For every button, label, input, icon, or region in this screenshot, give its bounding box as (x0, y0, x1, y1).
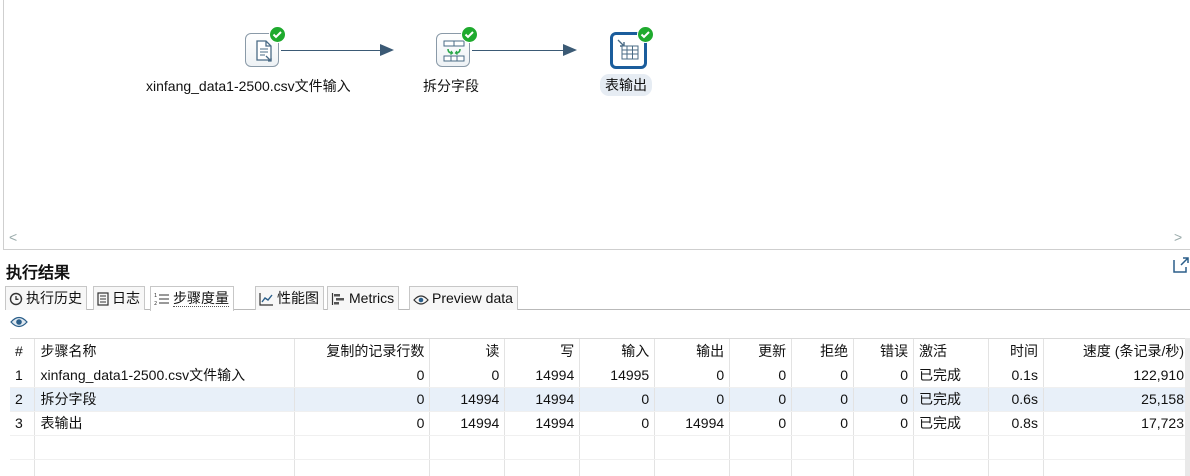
copies-cell: 0 (294, 363, 431, 388)
hop-arrow-icon (380, 44, 394, 56)
written-cell: 14994 (504, 363, 581, 388)
table-row[interactable]: 1 xinfang_data1-2500.csv文件输入 0 0 14994 1… (10, 363, 1190, 388)
rejected-cell: 0 (791, 411, 855, 436)
tab-execution-history[interactable]: 执行历史 (5, 286, 87, 310)
column-header[interactable]: 输出 (654, 339, 731, 363)
column-header[interactable]: 步骤名称 (34, 339, 296, 363)
output-cell: 0 (654, 363, 731, 388)
updated-cell: 0 (729, 363, 793, 388)
copies-cell: 0 (294, 387, 431, 412)
transformation-canvas[interactable]: xinfang_data1-2500.csv文件输入 拆分字段 表输出 < > (3, 0, 1190, 250)
row-number: 2 (10, 387, 36, 412)
column-header[interactable]: 写 (504, 339, 581, 363)
speed-cell: 122,910 (1043, 363, 1190, 388)
svg-text:2: 2 (154, 301, 157, 306)
updated-cell: 0 (729, 387, 793, 412)
empty-row (10, 459, 1190, 476)
status-cell: 已完成 (913, 411, 989, 436)
errors-cell: 0 (853, 363, 915, 388)
status-cell: 已完成 (913, 363, 989, 388)
results-panel-title: 执行结果 (6, 265, 71, 282)
step-metrics-table: # 步骤名称 复制的记录行数 读 写 输入 输出 更新 拒绝 错误 激活 时间 … (10, 338, 1190, 476)
time-cell: 0.1s (988, 363, 1044, 388)
tab-preview-data[interactable]: Preview data (409, 286, 518, 310)
hop-arrow-icon (563, 44, 577, 56)
results-tabs: 执行历史 日志 1 2 步骤度量 性能图 Metrics Preview dat… (5, 286, 1190, 311)
step-name-cell: 表输出 (34, 411, 296, 436)
read-cell: 14994 (429, 387, 506, 412)
maximize-icon[interactable] (1172, 256, 1190, 277)
output-cell: 14994 (654, 411, 731, 436)
input-cell: 14995 (579, 363, 656, 388)
eye-icon (413, 295, 429, 305)
column-header[interactable]: 错误 (853, 339, 915, 363)
tab-label: Preview data (432, 290, 513, 306)
metrics-icon (331, 293, 344, 305)
check-icon (461, 26, 478, 43)
tab-metrics[interactable]: Metrics (327, 286, 400, 310)
scroll-left-icon[interactable]: < (9, 229, 17, 245)
input-cell: 0 (579, 411, 656, 436)
step-label: xinfang_data1-2500.csv文件输入 (146, 78, 351, 94)
tab-performance-graph[interactable]: 性能图 (255, 286, 324, 310)
empty-row (10, 435, 1190, 460)
tab-label: 步骤度量 (173, 290, 229, 307)
tab-label: 日志 (112, 290, 140, 306)
speed-cell: 17,723 (1043, 411, 1190, 436)
table-row[interactable]: 3 表输出 0 14994 14994 0 14994 0 0 0 已完成 0.… (10, 411, 1190, 436)
copies-cell: 0 (294, 411, 431, 436)
step-name-cell: xinfang_data1-2500.csv文件输入 (34, 363, 296, 388)
tab-step-metrics[interactable]: 1 2 步骤度量 (150, 286, 234, 311)
table-header-row: # 步骤名称 复制的记录行数 读 写 输入 输出 更新 拒绝 错误 激活 时间 … (10, 339, 1190, 363)
tab-label: 执行历史 (26, 290, 82, 306)
time-cell: 0.8s (988, 411, 1044, 436)
row-number: 1 (10, 363, 36, 388)
step-label: 表输出 (600, 74, 652, 96)
column-header[interactable]: 输入 (579, 339, 656, 363)
written-cell: 14994 (504, 387, 581, 412)
check-icon (269, 26, 286, 43)
row-number: 3 (10, 411, 36, 436)
column-header[interactable]: 速度 (条记录/秒) (1043, 339, 1190, 363)
column-header[interactable]: # (10, 339, 36, 363)
output-cell: 0 (654, 387, 731, 412)
column-header[interactable]: 读 (429, 339, 506, 363)
chart-icon (259, 293, 273, 306)
table-row[interactable]: 2 拆分字段 0 14994 14994 0 0 0 0 0 已完成 0.6s … (10, 387, 1190, 412)
step-label: 拆分字段 (423, 78, 479, 94)
errors-cell: 0 (853, 387, 915, 412)
column-header[interactable]: 拒绝 (791, 339, 855, 363)
step-name-cell: 拆分字段 (34, 387, 296, 412)
errors-cell: 0 (853, 411, 915, 436)
hop-line[interactable] (281, 50, 381, 51)
read-cell: 14994 (429, 411, 506, 436)
results-toolbar (10, 315, 28, 332)
rejected-cell: 0 (791, 387, 855, 412)
clock-icon (9, 292, 23, 306)
status-cell: 已完成 (913, 387, 989, 412)
column-header[interactable]: 更新 (729, 339, 793, 363)
svg-text:1: 1 (154, 293, 157, 299)
tab-label: Metrics (349, 290, 395, 306)
tab-log[interactable]: 日志 (93, 286, 145, 310)
scroll-right-icon[interactable]: > (1174, 229, 1182, 245)
hop-line[interactable] (472, 50, 564, 51)
time-cell: 0.6s (988, 387, 1044, 412)
column-header[interactable]: 复制的记录行数 (294, 339, 431, 363)
input-cell: 0 (579, 387, 656, 412)
log-icon (97, 292, 109, 306)
read-cell: 0 (429, 363, 506, 388)
column-header[interactable]: 时间 (988, 339, 1044, 363)
updated-cell: 0 (729, 411, 793, 436)
check-icon (637, 26, 654, 43)
vertical-scrollbar[interactable] (1185, 338, 1190, 476)
eye-icon[interactable] (10, 315, 28, 329)
column-header[interactable]: 激活 (913, 339, 989, 363)
tab-label: 性能图 (277, 290, 319, 306)
list-numbered-icon: 1 2 (154, 293, 169, 307)
speed-cell: 25,158 (1043, 387, 1190, 412)
written-cell: 14994 (504, 411, 581, 436)
rejected-cell: 0 (791, 363, 855, 388)
